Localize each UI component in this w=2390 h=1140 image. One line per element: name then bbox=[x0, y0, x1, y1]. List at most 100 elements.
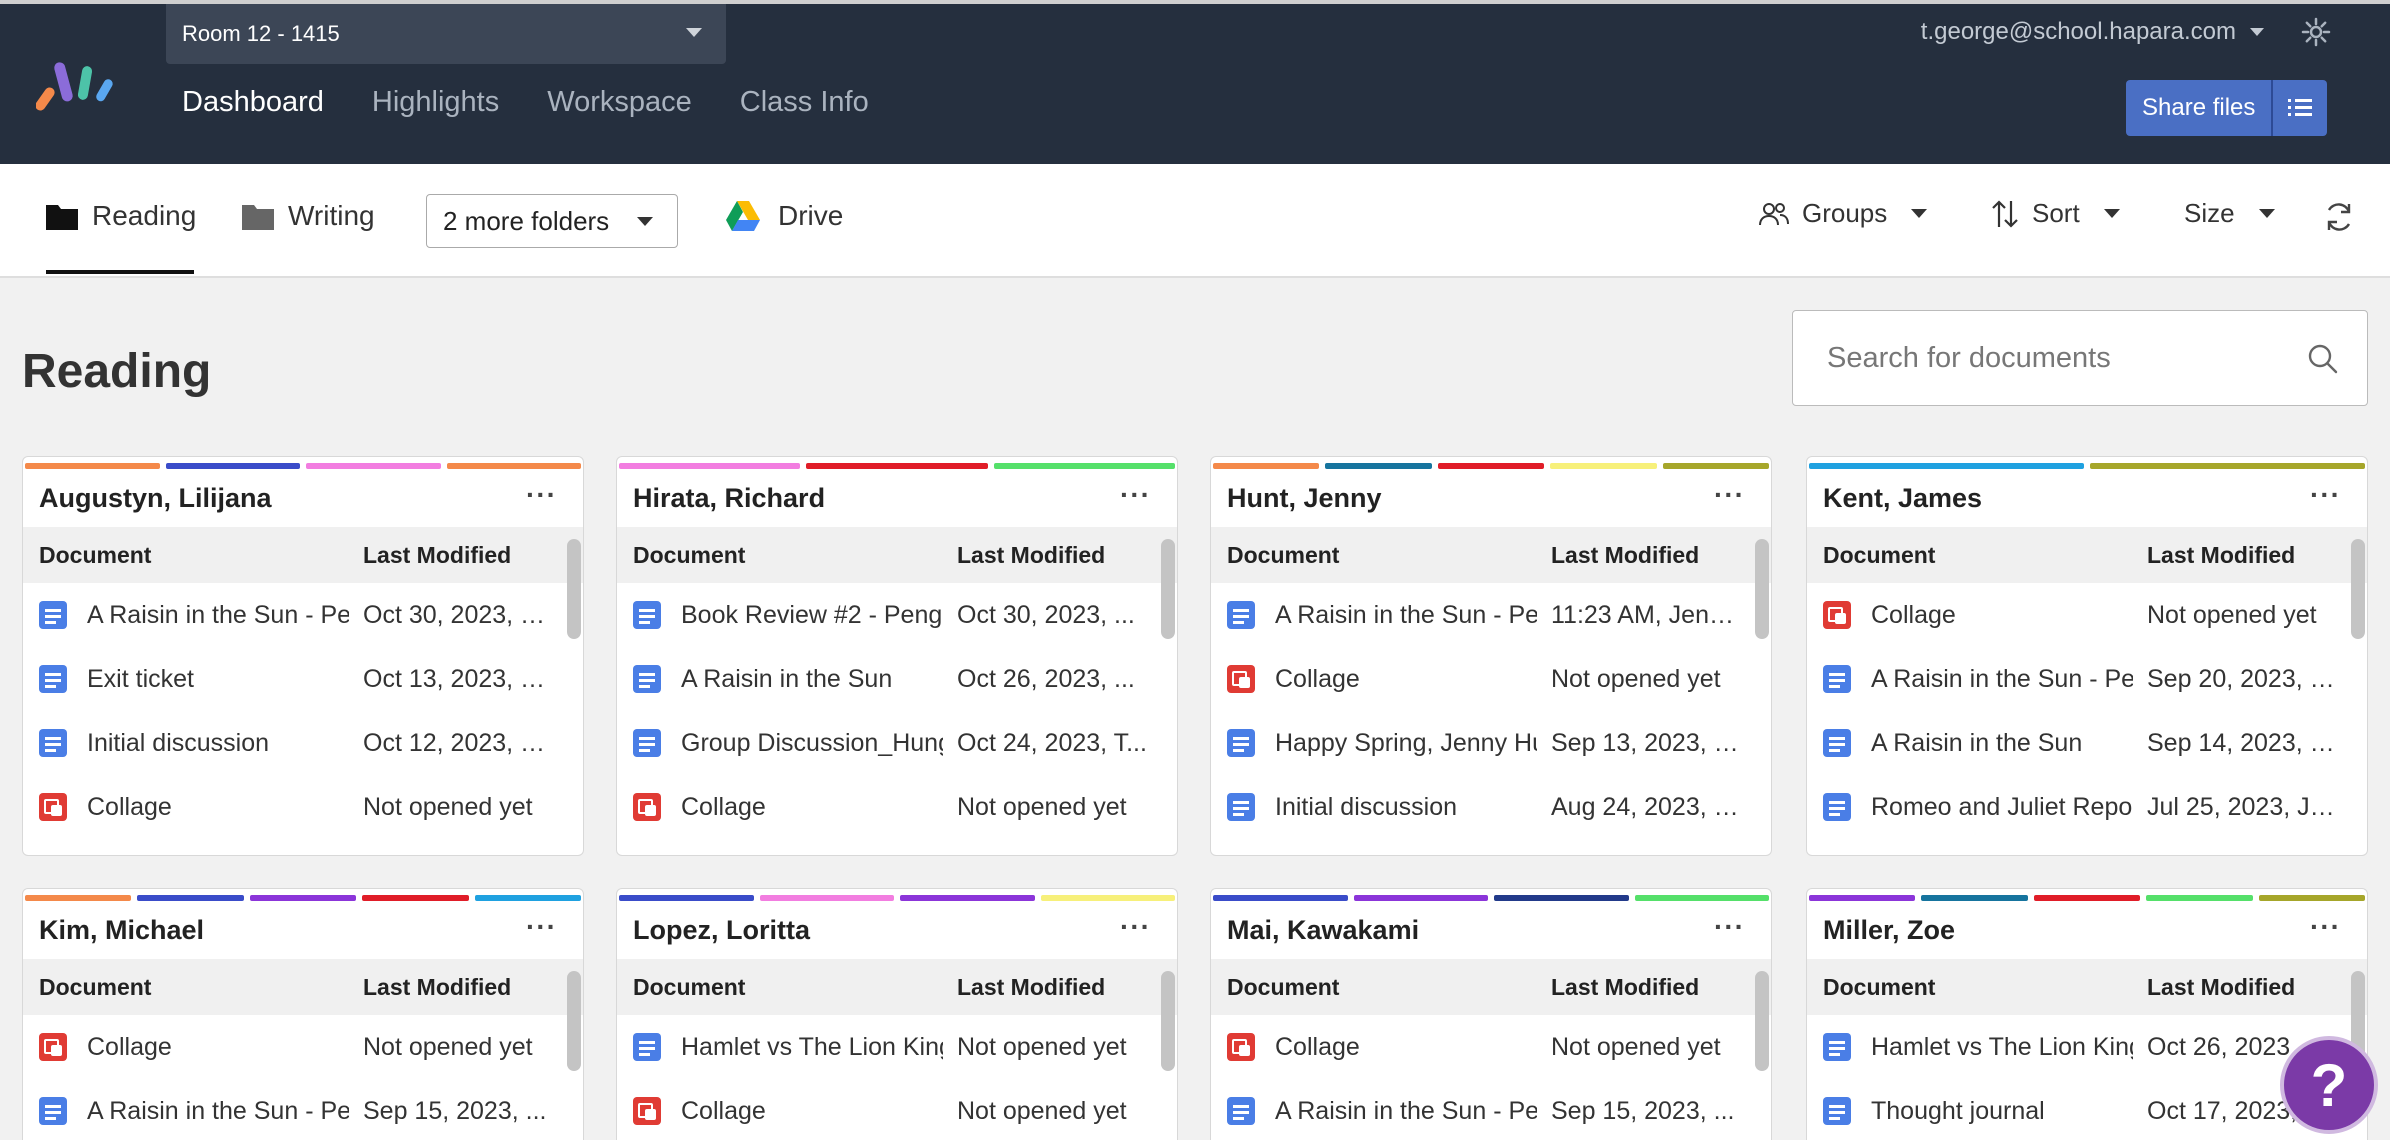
search-documents-input[interactable]: Search for documents bbox=[1792, 310, 2368, 406]
more-options-icon[interactable]: ··· bbox=[526, 911, 557, 943]
document-name[interactable]: Romeo and Juliet Repor bbox=[1871, 793, 2133, 822]
gear-icon[interactable] bbox=[2300, 16, 2332, 48]
document-name[interactable]: Initial discussion bbox=[87, 729, 349, 758]
last-modified: Oct 13, 2023, L... bbox=[363, 664, 553, 693]
document-name[interactable]: A Raisin in the Sun - Per bbox=[1275, 601, 1537, 630]
search-placeholder: Search for documents bbox=[1827, 341, 2111, 374]
document-name[interactable]: Group Discussion_Hung bbox=[681, 729, 943, 758]
document-row[interactable]: A Raisin in the Sun - Per Oct 30, 2023, L… bbox=[23, 583, 583, 647]
document-row[interactable]: A Raisin in the Sun Oct 26, 2023, ... bbox=[617, 647, 1177, 711]
size-dropdown[interactable]: Size bbox=[2184, 198, 2275, 229]
groups-dropdown[interactable]: Groups bbox=[1758, 198, 1928, 229]
document-name[interactable]: Book Review #2 - Pengu bbox=[681, 601, 943, 630]
last-modified: Oct 30, 2023, L... bbox=[363, 600, 553, 629]
document-name[interactable]: A Raisin in the Sun - Per bbox=[1871, 665, 2133, 694]
share-files-button[interactable]: Share files bbox=[2126, 80, 2272, 136]
document-table-header: Document Last Modified bbox=[1807, 959, 2367, 1015]
last-modified: Not opened yet bbox=[1551, 1032, 1721, 1061]
room-select[interactable]: Room 12 - 1415 bbox=[166, 4, 726, 64]
student-name[interactable]: Augustyn, Lilijana bbox=[39, 483, 272, 514]
document-name[interactable]: Thought journal bbox=[1871, 1097, 2133, 1126]
sort-dropdown[interactable]: Sort bbox=[1990, 198, 2120, 229]
student-name[interactable]: Kim, Michael bbox=[39, 915, 204, 946]
document-name[interactable]: Collage bbox=[87, 793, 349, 822]
drive-link[interactable]: Drive bbox=[726, 200, 843, 232]
last-modified: Not opened yet bbox=[957, 1032, 1127, 1061]
document-name[interactable]: Collage bbox=[681, 793, 943, 822]
document-row[interactable]: Collage Not opened yet bbox=[617, 775, 1177, 839]
document-row[interactable]: Exit ticket Oct 13, 2023, L... bbox=[23, 647, 583, 711]
student-name[interactable]: Mai, Kawakami bbox=[1227, 915, 1419, 946]
document-row[interactable]: Group Discussion_Hung Oct 24, 2023, T... bbox=[617, 711, 1177, 775]
document-row[interactable]: Collage Not opened yet bbox=[617, 1079, 1177, 1140]
document-row[interactable]: Initial discussion Aug 24, 2023, J... bbox=[1211, 775, 1771, 839]
document-row[interactable]: Collage Not opened yet bbox=[1211, 1015, 1771, 1079]
nav-highlights[interactable]: Highlights bbox=[372, 86, 499, 119]
column-last-modified: Last Modified bbox=[2147, 973, 2296, 1000]
document-row[interactable]: Collage Not opened yet bbox=[1211, 647, 1771, 711]
document-name[interactable]: Happy Spring, Jenny Hu bbox=[1275, 729, 1537, 758]
tab-reading[interactable]: Reading bbox=[46, 200, 196, 232]
document-row[interactable]: Collage Not opened yet bbox=[23, 775, 583, 839]
student-name[interactable]: Kent, James bbox=[1823, 483, 1982, 514]
document-name[interactable]: A Raisin in the Sun bbox=[1871, 729, 2133, 758]
document-name[interactable]: Collage bbox=[1275, 1033, 1537, 1062]
document-name[interactable]: A Raisin in the Sun - Per bbox=[1275, 1097, 1537, 1126]
document-row[interactable]: Romeo and Juliet Repor Jul 25, 2023, Ja..… bbox=[1807, 775, 2367, 839]
document-name[interactable]: Exit ticket bbox=[87, 665, 349, 694]
user-menu[interactable]: t.george@school.hapara.com bbox=[1921, 18, 2264, 46]
more-options-icon[interactable]: ··· bbox=[526, 479, 557, 511]
document-name[interactable]: Collage bbox=[87, 1033, 349, 1062]
student-name[interactable]: Lopez, Loritta bbox=[633, 915, 810, 946]
help-button[interactable]: ? bbox=[2280, 1036, 2378, 1134]
search-icon[interactable] bbox=[2307, 343, 2339, 375]
more-options-icon[interactable]: ··· bbox=[1714, 479, 1745, 511]
more-options-icon[interactable]: ··· bbox=[1714, 911, 1745, 943]
more-folders-dropdown[interactable]: 2 more folders bbox=[426, 194, 678, 248]
document-name[interactable]: A Raisin in the Sun - Per bbox=[87, 601, 349, 630]
refresh-icon[interactable] bbox=[2322, 200, 2356, 234]
document-name[interactable]: Initial discussion bbox=[1275, 793, 1537, 822]
student-name[interactable]: Miller, Zoe bbox=[1823, 915, 1955, 946]
document-row[interactable]: A Raisin in the Sun Sep 14, 2023, J... bbox=[1807, 711, 2367, 775]
more-options-icon[interactable]: ··· bbox=[2310, 911, 2341, 943]
more-options-icon[interactable]: ··· bbox=[1120, 911, 1151, 943]
document-row[interactable]: Initial discussion Oct 12, 2023, L... bbox=[23, 711, 583, 775]
more-options-icon[interactable]: ··· bbox=[1120, 479, 1151, 511]
document-name[interactable]: Collage bbox=[681, 1097, 943, 1126]
document-row[interactable]: Happy Spring, Jenny Hu Sep 13, 2023, J... bbox=[1211, 711, 1771, 775]
document-name[interactable]: Collage bbox=[1275, 665, 1537, 694]
document-row[interactable]: A Raisin in the Sun - Per Sep 15, 2023, .… bbox=[23, 1079, 583, 1140]
document-name[interactable]: Hamlet vs The Lion King bbox=[681, 1033, 943, 1062]
page-title: Reading bbox=[22, 345, 212, 398]
student-name[interactable]: Hunt, Jenny bbox=[1227, 483, 1382, 514]
student-card: Lopez, Loritta ··· Document Last Modified Ha… bbox=[616, 888, 1178, 1140]
document-row[interactable]: Book Review #2 - Pengu Oct 30, 2023, ... bbox=[617, 583, 1177, 647]
document-row[interactable]: Collage Not opened yet bbox=[23, 1015, 583, 1079]
sort-label: Sort bbox=[2032, 198, 2080, 228]
document-row[interactable]: A Raisin in the Sun - Per 11:23 AM, Jenn.… bbox=[1211, 583, 1771, 647]
group-color-bars bbox=[1211, 889, 1771, 901]
nav-dashboard[interactable]: Dashboard bbox=[182, 86, 324, 119]
last-modified: Not opened yet bbox=[2147, 600, 2317, 629]
share-menu-button[interactable] bbox=[2271, 80, 2328, 136]
column-last-modified: Last Modified bbox=[1551, 973, 1700, 1000]
nav-workspace[interactable]: Workspace bbox=[547, 86, 692, 119]
document-name[interactable]: Collage bbox=[1871, 601, 2133, 630]
document-row[interactable]: Hamlet vs The Lion King Not opened yet bbox=[617, 1015, 1177, 1079]
document-name[interactable]: Hamlet vs The Lion King bbox=[1871, 1033, 2133, 1062]
nav-class-info[interactable]: Class Info bbox=[740, 86, 869, 119]
document-row[interactable]: Collage Not opened yet bbox=[1807, 583, 2367, 647]
document-table-header: Document Last Modified bbox=[617, 959, 1177, 1015]
document-row[interactable]: A Raisin in the Sun - Per Sep 20, 2023, J… bbox=[1807, 647, 2367, 711]
google-doc-icon bbox=[1823, 793, 1851, 821]
tab-writing[interactable]: Writing bbox=[242, 200, 375, 232]
document-name[interactable]: A Raisin in the Sun bbox=[681, 665, 943, 694]
document-row[interactable]: A Raisin in the Sun - Per Sep 15, 2023, .… bbox=[1211, 1079, 1771, 1140]
more-options-icon[interactable]: ··· bbox=[2310, 479, 2341, 511]
chevron-down-icon bbox=[637, 217, 653, 226]
folder-icon bbox=[242, 205, 274, 230]
group-color-bars bbox=[617, 889, 1177, 901]
student-name[interactable]: Hirata, Richard bbox=[633, 483, 825, 514]
document-name[interactable]: A Raisin in the Sun - Per bbox=[87, 1097, 349, 1126]
